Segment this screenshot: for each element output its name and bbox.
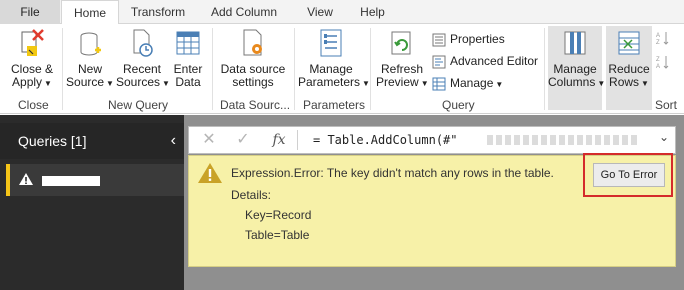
fx-icon[interactable]: fx — [267, 130, 291, 150]
group-label-sort: Sort — [655, 98, 678, 112]
group-label-query: Query — [442, 98, 475, 112]
commit-formula-icon[interactable]: ✓ — [231, 130, 255, 150]
advanced-editor-icon — [432, 55, 446, 69]
group-divider — [212, 28, 213, 110]
new-source-label-2: Source — [66, 75, 105, 89]
queries-pane: Queries [1] ‹ — [0, 115, 184, 290]
group-divider — [370, 28, 371, 110]
goto-error-button[interactable]: Go To Error — [593, 163, 665, 187]
error-title: Expression.Error: The key didn't match a… — [231, 166, 554, 180]
reduce-rows-icon — [618, 31, 640, 55]
manage-parameters-button[interactable]: Manage Parameters ▼ — [298, 28, 370, 90]
redacted-query-name — [42, 176, 100, 186]
tab-help[interactable]: Help — [350, 0, 395, 24]
query-list-item[interactable] — [6, 164, 184, 196]
properties-icon — [432, 33, 446, 47]
properties-button[interactable]: Properties — [432, 30, 505, 48]
recent-sources-icon — [133, 29, 153, 57]
database-icon — [80, 32, 101, 56]
properties-label: Properties — [450, 32, 505, 46]
obscured-formula-text — [487, 135, 637, 145]
chevron-down-icon: ▼ — [106, 79, 114, 88]
formula-text[interactable]: = Table.AddColumn(#" — [313, 133, 458, 147]
chevron-down-icon: ▼ — [420, 79, 429, 88]
chevron-down-icon: ▼ — [162, 79, 170, 88]
close-apply-button[interactable]: Close & Apply ▼ — [6, 28, 58, 90]
parameters-icon — [320, 29, 342, 57]
group-label-data-sources: Data Sourc... — [220, 98, 291, 112]
group-label-new-query: New Query — [108, 98, 169, 112]
chevron-down-icon: ▼ — [44, 79, 52, 88]
content-area: ✕ ✓ fx = Table.AddColumn(#" ⌄ Expression… — [184, 115, 684, 290]
chevron-down-icon: ▼ — [362, 79, 370, 88]
error-table-line: Table=Table — [245, 228, 310, 242]
svg-text:Z: Z — [656, 40, 660, 45]
warning-icon — [198, 163, 222, 183]
recent-sources-button[interactable]: Recent Sources ▼ — [116, 28, 170, 90]
manage-columns-button[interactable]: Manage Columns ▼ — [548, 28, 606, 90]
new-source-button[interactable]: New Source ▼ — [66, 28, 114, 90]
tab-transform[interactable]: Transform — [123, 0, 193, 24]
enter-data-button[interactable]: Enter Data — [170, 28, 206, 89]
advanced-editor-button[interactable]: Advanced Editor — [432, 52, 538, 70]
chevron-down-icon[interactable]: ⌄ — [659, 130, 669, 144]
manage-columns-icon — [564, 31, 586, 55]
group-label-parameters: Parameters — [303, 98, 366, 112]
svg-text:A: A — [656, 64, 660, 69]
svg-text:A: A — [656, 33, 660, 39]
close-apply-icon — [21, 29, 44, 56]
tab-add-column[interactable]: Add Column — [203, 0, 285, 24]
tab-file[interactable]: File — [0, 0, 60, 24]
close-apply-label-2: Apply — [12, 75, 43, 89]
sort-descending-button[interactable]: ZA — [656, 52, 674, 70]
reduce-rows-button[interactable]: Reduce Rows ▼ — [606, 28, 652, 90]
advanced-editor-label: Advanced Editor — [450, 54, 539, 68]
formula-divider — [297, 130, 298, 150]
group-divider — [294, 28, 295, 110]
chevron-down-icon: ▼ — [641, 79, 649, 88]
chevron-down-icon: ▼ — [495, 80, 504, 89]
manage-query-button[interactable]: Manage ▼ — [432, 74, 503, 92]
error-details-label: Details: — [231, 188, 272, 202]
tab-view[interactable]: View — [295, 0, 345, 24]
refresh-preview-label-2: Preview — [376, 75, 419, 89]
manage-columns-label-2: Columns — [548, 75, 596, 89]
ribbon-tab-bar: File Home Transform Add Column View Help — [0, 0, 684, 25]
sort-descending-icon: ZA — [656, 55, 669, 69]
warning-icon — [19, 173, 33, 185]
data-source-settings-icon — [243, 29, 262, 56]
ribbon: Close & Apply ▼ Close New Source ▼ Recent … — [0, 24, 684, 114]
error-key-line: Key=Record — [245, 208, 312, 222]
refresh-preview-button[interactable]: Refresh Preview ▼ — [376, 28, 429, 90]
goto-error-highlight: Go To Error — [583, 153, 673, 197]
group-label-close: Close — [18, 98, 49, 112]
svg-text:Z: Z — [656, 57, 660, 63]
collapse-pane-icon[interactable]: ‹ — [171, 123, 176, 159]
data-source-settings-label-2: settings — [232, 75, 274, 89]
sort-ascending-button[interactable]: AZ — [656, 28, 674, 46]
sort-ascending-icon: AZ — [656, 31, 669, 45]
reduce-rows-label-2: Rows — [609, 75, 640, 89]
chevron-down-icon: ▼ — [597, 79, 606, 88]
manage-query-label: Manage — [450, 76, 494, 90]
refresh-icon — [391, 31, 411, 55]
group-divider — [544, 28, 545, 110]
manage-query-icon — [432, 77, 446, 91]
formula-bar[interactable]: ✕ ✓ fx = Table.AddColumn(#" ⌄ — [188, 126, 676, 154]
cancel-formula-icon[interactable]: ✕ — [197, 130, 221, 150]
data-source-settings-button[interactable]: Data source settings — [218, 28, 288, 89]
table-icon — [176, 31, 200, 55]
tab-home[interactable]: Home — [61, 0, 119, 25]
manage-parameters-label-2: Parameters — [298, 75, 361, 89]
recent-sources-label-2: Sources — [116, 75, 161, 89]
error-panel: Expression.Error: The key didn't match a… — [188, 153, 676, 267]
enter-data-label-2: Data — [175, 75, 201, 89]
queries-header: Queries [1] ‹ — [0, 123, 184, 159]
queries-header-title: Queries [1] — [18, 133, 87, 149]
group-divider — [62, 28, 63, 110]
